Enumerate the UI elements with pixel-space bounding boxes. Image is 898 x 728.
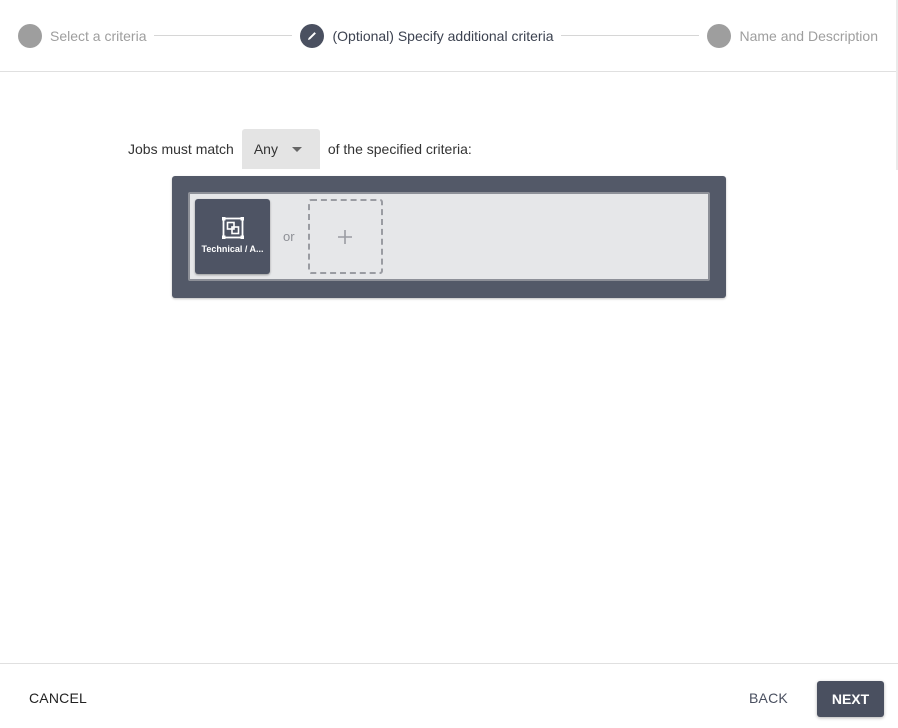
pencil-icon: [308, 31, 317, 40]
criteria-group: Technical / A... or: [188, 192, 710, 281]
step-2-indicator: [300, 23, 325, 48]
step-name-description: Name and Description: [707, 23, 878, 48]
wizard-stepper: Select a criteria (Optional) Specify add…: [0, 0, 896, 72]
step-3-indicator: [707, 23, 732, 48]
step-connector: [154, 35, 293, 36]
match-mode-select[interactable]: Any: [241, 129, 320, 169]
back-button[interactable]: BACK: [749, 690, 788, 706]
match-row: Jobs must match Any of the specified cri…: [128, 129, 472, 169]
criteria-panel: Technical / A... or: [172, 176, 726, 298]
plus-icon: [338, 229, 353, 244]
step-connector: [561, 35, 700, 36]
next-button[interactable]: NEXT: [817, 681, 884, 717]
step-1-indicator: [18, 23, 42, 48]
step-1-label: Select a criteria: [50, 27, 147, 44]
cancel-button[interactable]: CANCEL: [29, 690, 87, 706]
step-2-label: (Optional) Specify additional criteria: [332, 27, 554, 44]
chevron-down-icon: [291, 146, 302, 152]
wizard-footer: CANCEL BACK NEXT: [0, 663, 898, 728]
criterion-label: Technical / A...: [201, 243, 264, 254]
step-3-label: Name and Description: [739, 27, 878, 44]
or-separator: or: [283, 229, 295, 244]
step-additional-criteria: (Optional) Specify additional criteria: [300, 23, 554, 48]
match-prefix-label: Jobs must match: [128, 141, 234, 157]
category-group-icon: [221, 216, 244, 239]
match-suffix-label: of the specified criteria:: [327, 141, 472, 157]
step-select-criteria: Select a criteria: [18, 23, 147, 48]
criterion-tile[interactable]: Technical / A...: [195, 199, 270, 274]
add-criterion-button[interactable]: [307, 199, 383, 274]
match-mode-value: Any: [253, 141, 278, 157]
